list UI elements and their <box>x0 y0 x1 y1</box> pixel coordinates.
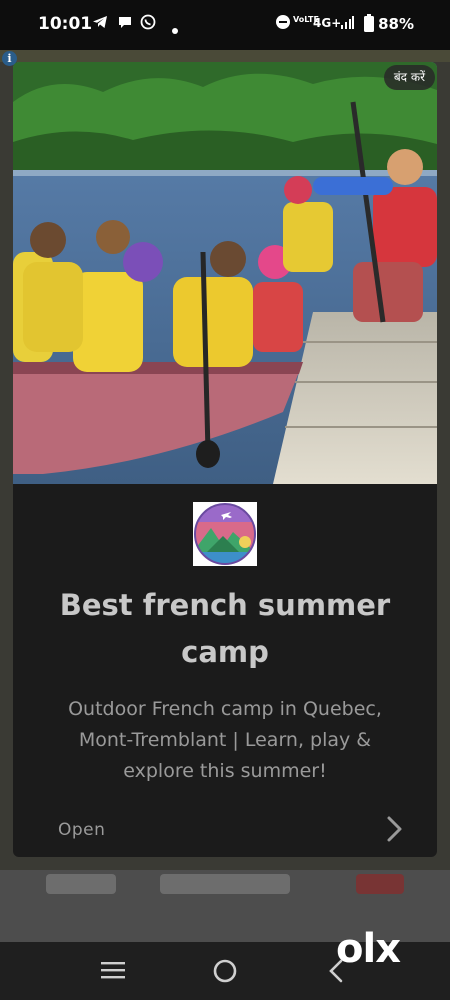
chevron-right-icon[interactable] <box>383 814 407 844</box>
background-header-strip <box>0 50 450 62</box>
background-chip <box>356 874 404 894</box>
ad-image[interactable]: बंद करें <box>13 62 437 484</box>
ad-headline[interactable]: Best french summer camp <box>33 582 417 676</box>
network-type: 4G+ <box>313 16 342 30</box>
battery-percent: 88% <box>378 15 414 33</box>
dot-icon <box>172 20 178 38</box>
battery-icon <box>364 14 374 36</box>
olx-watermark: olx <box>336 926 401 972</box>
dnd-icon <box>275 14 291 34</box>
interstitial-ad-card[interactable]: बंद करें Best french summer camp Outdoor… <box>13 62 437 857</box>
signal-icon <box>340 16 354 34</box>
close-ad-button[interactable]: बंद करें <box>383 65 435 90</box>
recent-apps-icon[interactable] <box>100 959 126 986</box>
advertiser-logo[interactable] <box>193 502 257 566</box>
chat-bubble-icon <box>117 14 133 34</box>
open-ad-button[interactable]: Open <box>58 820 105 840</box>
whatsapp-icon <box>140 14 156 34</box>
status-time: 10:01 <box>38 14 93 34</box>
background-chip <box>160 874 290 894</box>
ad-description[interactable]: Outdoor French camp in Quebec, Mont-Trem… <box>43 694 407 787</box>
status-bar: 10:01 VoLTE 4G+ 88% <box>0 0 450 50</box>
volte-icon: VoLTE <box>293 15 319 24</box>
background-chip <box>46 874 116 894</box>
telegram-icon <box>92 14 108 34</box>
home-icon[interactable] <box>212 958 238 989</box>
